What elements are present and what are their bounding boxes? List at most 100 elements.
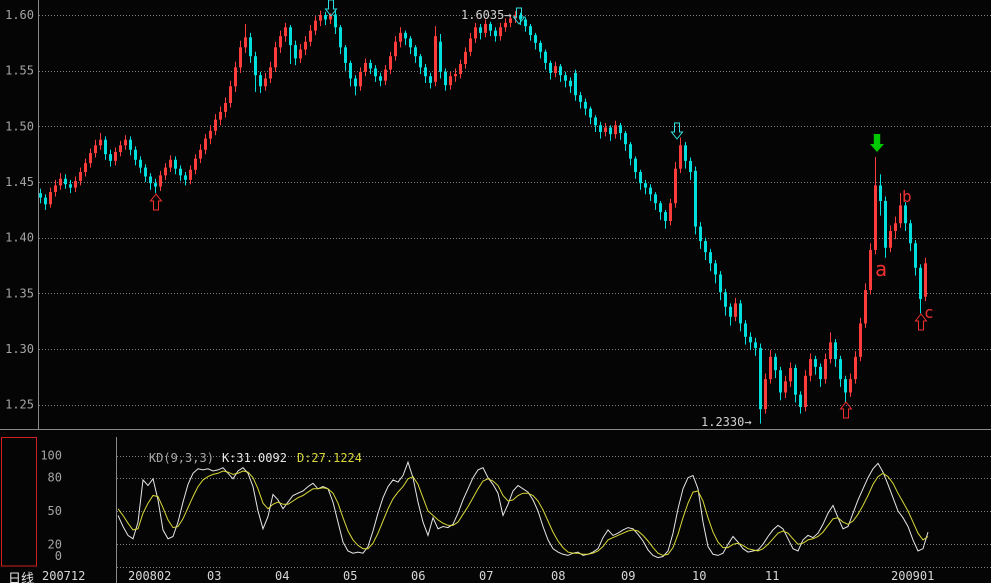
- candle-up: [299, 50, 302, 59]
- down-arrow-marker: [672, 123, 683, 139]
- candle-down: [719, 274, 722, 292]
- d-line: [118, 471, 928, 555]
- candles-layer: [39, 11, 927, 424]
- candle-up: [234, 67, 237, 86]
- candle-up: [159, 175, 162, 186]
- candle-up: [449, 76, 452, 85]
- candle-down: [724, 292, 727, 306]
- candle-down: [754, 342, 757, 348]
- up-arrow-marker: [151, 194, 162, 210]
- candle-down: [429, 76, 432, 83]
- axis-layer: 1.601.551.501.451.401.351.301.2510080502…: [0, 0, 991, 583]
- time-axis-label[interactable]: 09: [621, 569, 635, 583]
- time-axis-label[interactable]: 10: [692, 569, 706, 583]
- candle-down: [779, 370, 782, 392]
- candle-up: [124, 140, 127, 146]
- candle-up: [239, 47, 242, 67]
- candle-down: [904, 205, 907, 223]
- time-axis-label[interactable]: 200901: [891, 569, 934, 583]
- candle-up: [784, 381, 787, 392]
- candle-up: [434, 36, 437, 82]
- candle-up: [889, 231, 892, 248]
- candle-down: [439, 42, 442, 72]
- candle-up: [119, 145, 122, 152]
- candle-down: [559, 66, 562, 75]
- candle-up: [194, 159, 197, 170]
- candle-down: [629, 144, 632, 158]
- candle-down: [334, 14, 337, 27]
- candle-up: [74, 181, 77, 188]
- candle-down: [374, 68, 377, 76]
- candle-up: [89, 153, 92, 163]
- candle-up: [79, 172, 82, 181]
- candle-down: [584, 102, 587, 109]
- time-axis-label[interactable]: 11: [765, 569, 779, 583]
- candle-down: [294, 45, 297, 58]
- candle-up: [94, 145, 97, 153]
- candle-down: [419, 56, 422, 67]
- candle-down: [634, 159, 637, 172]
- kd-tick-label: 0: [55, 549, 62, 563]
- grid-layer: [39, 16, 991, 568]
- candle-down: [579, 95, 582, 102]
- candle-up: [224, 103, 227, 112]
- active-panel-frame: [2, 438, 37, 567]
- time-axis-label[interactable]: 08: [551, 569, 565, 583]
- period-label[interactable]: 日线: [8, 568, 34, 583]
- time-axis-label[interactable]: 200802: [128, 569, 171, 583]
- candle-up: [364, 63, 367, 72]
- candle-down: [564, 75, 567, 81]
- candle-down: [489, 24, 492, 31]
- time-axis-label[interactable]: 05: [343, 569, 357, 583]
- candle-up: [554, 66, 557, 73]
- candle-up: [924, 263, 927, 296]
- candle-down: [884, 201, 887, 248]
- candlestick-chart[interactable]: 1.601.551.501.451.401.351.301.2510080502…: [0, 0, 991, 583]
- candle-down: [819, 367, 822, 379]
- candle-up: [394, 42, 397, 56]
- candle-down: [624, 133, 627, 144]
- candle-down: [289, 27, 292, 45]
- candle-up: [359, 72, 362, 86]
- time-axis-label[interactable]: 04: [275, 569, 289, 583]
- candle-up: [284, 27, 287, 36]
- candle-down: [39, 193, 42, 197]
- candle-up: [824, 359, 827, 379]
- candle-down: [369, 63, 372, 69]
- candle-down: [494, 31, 497, 37]
- candle-up: [219, 112, 222, 120]
- chart-window: 1.601.551.501.451.401.351.301.2510080502…: [0, 0, 991, 583]
- candle-down: [414, 47, 417, 56]
- time-axis-label[interactable]: 07: [479, 569, 493, 583]
- candle-up: [229, 86, 232, 103]
- candle-up: [764, 379, 767, 409]
- candle-down: [594, 117, 597, 125]
- candle-up: [274, 47, 277, 67]
- candle-down: [154, 183, 157, 186]
- low-price-label: 1.2330→: [701, 415, 752, 429]
- candle-down: [129, 140, 132, 150]
- candle-down: [794, 368, 797, 395]
- candle-down: [184, 175, 187, 179]
- candle-up: [169, 160, 172, 168]
- candle-up: [464, 52, 467, 64]
- candle-up: [674, 169, 677, 204]
- candle-up: [869, 250, 872, 290]
- candle-up: [894, 223, 897, 231]
- time-axis-label[interactable]: 200712: [42, 569, 85, 583]
- candle-down: [699, 227, 702, 241]
- candle-down: [379, 76, 382, 80]
- candle-down: [599, 125, 602, 132]
- candle-down: [589, 109, 592, 118]
- candle-down: [444, 72, 447, 85]
- candle-up: [459, 64, 462, 74]
- candle-down: [544, 52, 547, 63]
- time-axis-label[interactable]: 03: [207, 569, 221, 583]
- candle-up: [314, 21, 317, 31]
- candle-up: [114, 152, 117, 161]
- candle-down: [249, 37, 252, 56]
- kd-d-value: D:27.1224: [297, 451, 362, 465]
- candle-down: [644, 183, 647, 187]
- candle-up: [864, 290, 867, 323]
- time-axis-label[interactable]: 06: [411, 569, 425, 583]
